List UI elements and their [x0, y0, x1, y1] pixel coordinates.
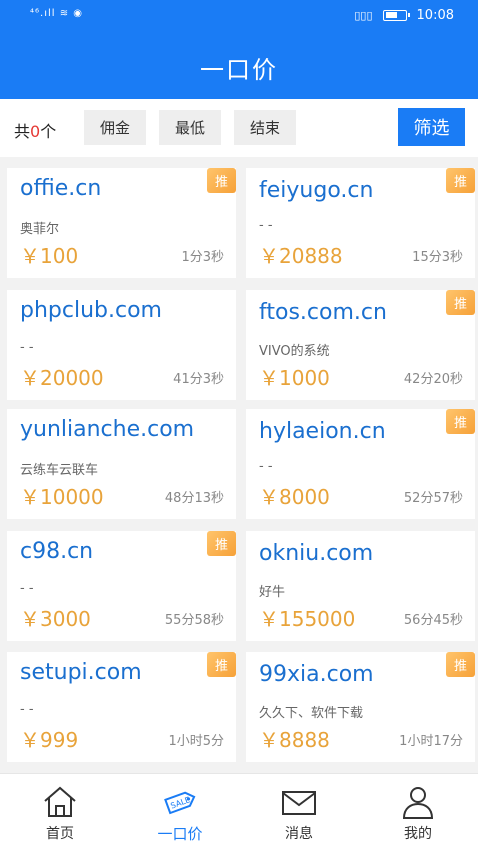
- battery-icon: [382, 10, 410, 21]
- listing-desc: - -: [259, 218, 273, 233]
- bottom-tab-bar: 首页 SALE 一口价 消息 我的: [0, 773, 478, 850]
- filter-button[interactable]: 筛选: [398, 108, 465, 146]
- sale-tag-icon: SALE: [164, 791, 196, 815]
- user-icon: [402, 787, 434, 819]
- listing-time: 52分57秒: [403, 491, 463, 506]
- listing-domain: 99xia.com: [259, 662, 374, 687]
- listing-domain: offie.cn: [20, 176, 102, 201]
- listing-time: 48分13秒: [164, 491, 224, 506]
- listing-card[interactable]: phpclub.com - - ￥20000 41分3秒: [7, 290, 236, 400]
- listing-card[interactable]: c98.cn 推 - - ￥3000 55分58秒: [7, 531, 236, 641]
- recommend-badge: 推: [446, 290, 475, 315]
- listing-domain: hylaeion.cn: [259, 419, 386, 444]
- tab-label: 一口价: [157, 825, 203, 843]
- listing-card[interactable]: okniu.com 好牛 ￥155000 56分45秒: [246, 531, 475, 641]
- result-count: 共0个: [14, 122, 57, 141]
- listing-card[interactable]: hylaeion.cn 推 - - ￥8000 52分57秒: [246, 409, 475, 519]
- listing-time: 41分3秒: [173, 372, 224, 387]
- listing-price: ￥10000: [20, 485, 104, 509]
- recommend-badge: 推: [207, 168, 236, 193]
- listing-desc: - -: [259, 459, 273, 474]
- recommend-badge: 推: [207, 531, 236, 556]
- status-right: ▯▯▯ 10:08: [354, 8, 454, 23]
- listing-time: 1分3秒: [181, 250, 224, 265]
- listing-time: 1小时17分: [399, 734, 463, 749]
- listing-price: ￥100: [20, 244, 79, 268]
- listing-card[interactable]: 99xia.com 推 久久下、软件下载 ￥8888 1小时17分: [246, 652, 475, 762]
- listing-time: 42分20秒: [403, 372, 463, 387]
- listing-desc: 好牛: [259, 585, 286, 600]
- listing-domain: ftos.com.cn: [259, 300, 387, 325]
- listing-desc: VIVO的系统: [259, 344, 330, 359]
- listing-domain: c98.cn: [20, 539, 94, 564]
- mail-icon: [282, 791, 316, 815]
- listing-desc: - -: [20, 340, 34, 355]
- listing-desc: 久久下、软件下载: [259, 706, 364, 721]
- listing-price: ￥1000: [259, 366, 330, 390]
- listing-domain: phpclub.com: [20, 298, 162, 323]
- tab-messages[interactable]: 消息: [239, 774, 359, 850]
- listing-price: ￥8000: [259, 485, 330, 509]
- listing-domain: feiyugo.cn: [259, 178, 374, 203]
- listing-time: 15分3秒: [412, 250, 463, 265]
- sort-lowest-chip[interactable]: 最低: [159, 110, 221, 145]
- listing-time: 55分58秒: [164, 613, 224, 628]
- listing-desc: - -: [20, 702, 34, 717]
- listing-price: ￥155000: [259, 607, 356, 631]
- tab-mine[interactable]: 我的: [358, 774, 478, 850]
- listing-price: ￥20888: [259, 244, 343, 268]
- recommend-badge: 推: [446, 652, 475, 677]
- status-time: 10:08: [416, 8, 454, 23]
- listing-domain: okniu.com: [259, 541, 374, 566]
- tab-fixed-price[interactable]: SALE 一口价: [120, 774, 240, 850]
- listing-price: ￥999: [20, 728, 79, 752]
- recommend-badge: 推: [446, 409, 475, 434]
- listing-card[interactable]: setupi.com 推 - - ￥999 1小时5分: [7, 652, 236, 762]
- status-bar: ⁴⁶.ıll ≋ ◉ ▯▯▯ 10:08: [0, 0, 478, 32]
- tab-home[interactable]: 首页: [0, 774, 120, 850]
- listing-desc: 奥菲尔: [20, 222, 60, 237]
- listing-time: 1小时5分: [168, 734, 224, 749]
- app-header: ⁴⁶.ıll ≋ ◉ ▯▯▯ 10:08 一口价: [0, 0, 478, 99]
- listing-domain: yunlianche.com: [20, 417, 195, 442]
- sort-commission-chip[interactable]: 佣金: [84, 110, 146, 145]
- vibrate-icon: ▯▯▯: [354, 9, 373, 22]
- page-title: 一口价: [200, 56, 278, 84]
- listing-card[interactable]: offie.cn 推 奥菲尔 ￥100 1分3秒: [7, 168, 236, 278]
- tab-label: 消息: [285, 826, 313, 842]
- signal-wifi-icons: ⁴⁶.ıll ≋ ◉: [30, 8, 83, 19]
- listing-price: ￥20000: [20, 366, 104, 390]
- home-icon: [44, 786, 76, 817]
- listing-card[interactable]: yunlianche.com 云练车云联车 ￥10000 48分13秒: [7, 409, 236, 519]
- listing-price: ￥8888: [259, 728, 330, 752]
- filter-bar: 共0个 佣金 最低 结束 筛选: [0, 99, 478, 157]
- listing-desc: 云练车云联车: [20, 463, 99, 478]
- tab-label: 首页: [46, 826, 74, 842]
- recommend-badge: 推: [446, 168, 475, 193]
- listing-card[interactable]: ftos.com.cn 推 VIVO的系统 ￥1000 42分20秒: [246, 290, 475, 400]
- listing-price: ￥3000: [20, 607, 91, 631]
- tab-label: 我的: [404, 826, 432, 842]
- recommend-badge: 推: [207, 652, 236, 677]
- listing-grid[interactable]: offie.cn 推 奥菲尔 ￥100 1分3秒 feiyugo.cn 推 - …: [0, 157, 478, 773]
- listing-domain: setupi.com: [20, 660, 142, 685]
- listing-desc: - -: [20, 581, 34, 596]
- listing-time: 56分45秒: [403, 613, 463, 628]
- sort-ending-chip[interactable]: 结束: [234, 110, 296, 145]
- listing-card[interactable]: feiyugo.cn 推 - - ￥20888 15分3秒: [246, 168, 475, 278]
